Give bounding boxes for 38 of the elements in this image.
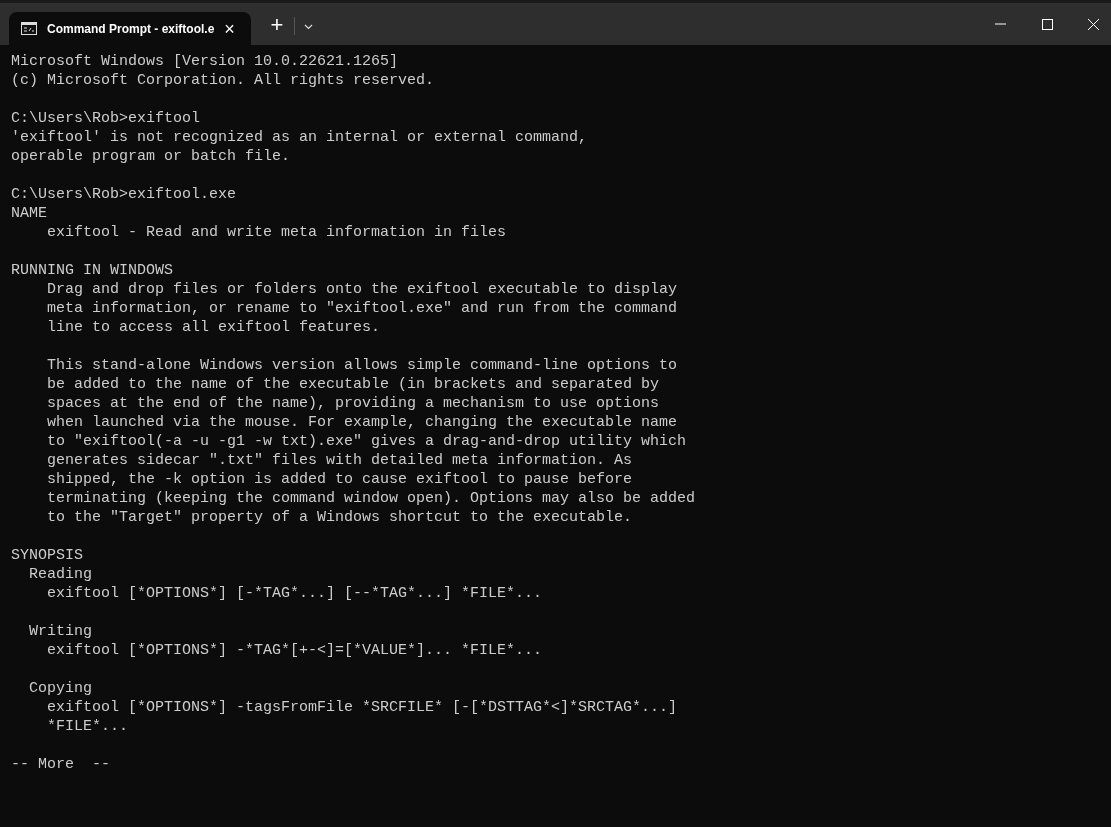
terminal-line: exiftool [*OPTIONS*] [-*TAG*...] [--*TAG*...] *FILE*... — [46, 585, 543, 602]
terminal-line: exiftool [*OPTIONS*] -tagsFromFile *SRCFILE* [-[*DSTTAG*<]*SRCTAG*...] — [46, 699, 678, 716]
terminal-line: when launched via the mouse. For example, changing the executable name — [46, 414, 678, 431]
terminal-line: C:\Users\Rob>exiftool — [11, 110, 201, 127]
terminal-line: C:\Users\Rob>exiftool.exe — [11, 186, 237, 203]
terminal-line: 'exiftool' is not recognized as an internal or external command, — [11, 129, 588, 146]
terminal-icon — [21, 22, 37, 35]
close-icon[interactable] — [1088, 19, 1099, 30]
maximize-icon[interactable] — [1042, 19, 1053, 30]
terminal-line: Drag and drop files or folders onto the exiftool executable to display — [46, 281, 678, 298]
dropdown-icon[interactable] — [304, 24, 313, 30]
terminal-line: to the "Target" property of a Windows shortcut to the executable. — [46, 509, 633, 526]
terminal-line: RUNNING IN WINDOWS — [11, 262, 174, 279]
tab[interactable]: Command Prompt - exiftool.e × — [9, 12, 251, 45]
terminal-line: Copying — [28, 680, 92, 697]
terminal-line: Microsoft Windows [Version 10.0.22621.1265] — [11, 53, 399, 70]
terminal-line: spaces at the end of the name), providing a mechanism to use options — [46, 395, 660, 412]
terminal-line: terminating (keeping the command window open). Options may also be added — [46, 490, 696, 507]
terminal-line: generates sidecar ".txt" files with detailed meta information. As — [46, 452, 633, 469]
terminal-line: be added to the name of the executable (in brackets and separated by — [46, 376, 660, 393]
terminal-line: This stand-alone Windows version allows simple command-line options to — [46, 357, 678, 374]
terminal-line: meta information, or rename to "exiftool.exe" and run from the command — [46, 300, 678, 317]
terminal-line: Writing — [28, 623, 92, 640]
terminal-line: exiftool - Read and write meta information in files — [46, 224, 507, 241]
terminal-line: NAME — [11, 205, 47, 222]
terminal-line: (c) Microsoft Corporation. All rights reserved. — [11, 72, 435, 89]
tab-title: Command Prompt - exiftool.e — [47, 20, 215, 38]
terminal-line: Reading — [28, 566, 92, 583]
close-tab-button[interactable]: × — [224, 19, 235, 38]
new-tab-button[interactable]: + — [265, 13, 289, 37]
terminal-line: SYNOPSIS — [11, 547, 83, 564]
terminal-line: *FILE*... — [46, 718, 129, 735]
terminal-line: shipped, the -k option is added to cause exiftool to pause before — [46, 471, 633, 488]
terminal-line: operable program or batch file. — [11, 148, 291, 165]
terminal-line: line to access all exiftool features. — [46, 319, 381, 336]
terminal-line: -- More -- — [11, 756, 111, 773]
terminal-line: to "exiftool(-a -u -g1 -w txt).exe" gives a drag-and-drop utility which — [46, 433, 687, 450]
terminal-line: exiftool [*OPTIONS*] -*TAG*[+-<]=[*VALUE*]... *FILE*... — [46, 642, 543, 659]
